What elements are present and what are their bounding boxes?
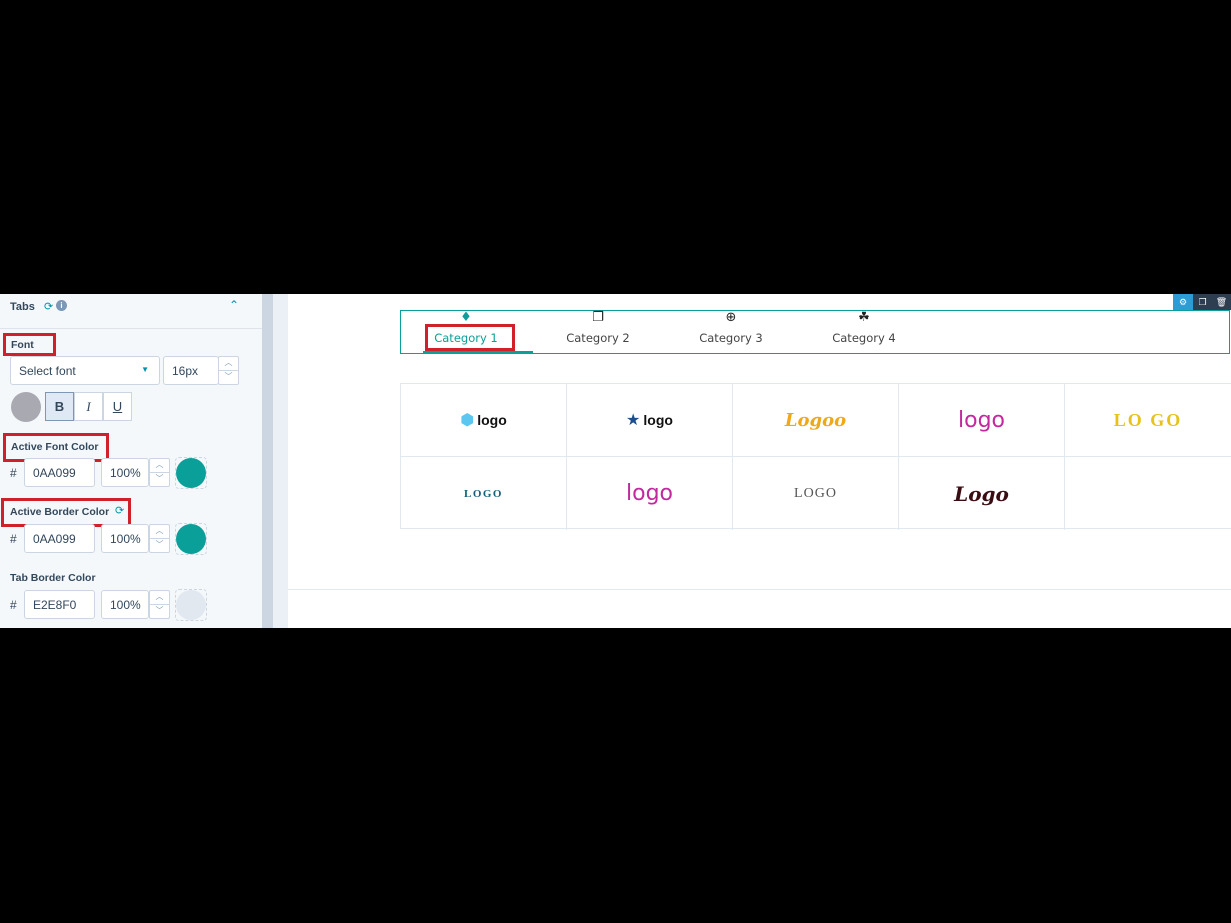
logo-cell: logo: [899, 384, 1065, 457]
copy-icon: ❐: [592, 310, 604, 325]
font-select-value: Select font: [19, 363, 76, 378]
tab-border-color-opacity-stepper[interactable]: ︿ ﹀: [149, 590, 170, 619]
logo-text: Logoo: [784, 409, 847, 431]
active-border-color-opacity: 100%: [110, 531, 141, 546]
font-select[interactable]: Select font ▼: [10, 356, 160, 385]
active-font-color-hex-input[interactable]: 0AA099: [24, 458, 95, 487]
active-border-color-hex: 0AA099: [33, 531, 76, 546]
stepper-up-icon[interactable]: ︿: [150, 591, 169, 605]
stepper-down-icon[interactable]: ﹀: [150, 605, 169, 619]
logo-text: logo: [477, 412, 507, 428]
logo-text: LOGO: [794, 485, 837, 501]
chevron-down-icon: ▼: [141, 365, 149, 374]
star-logo-icon: ★: [626, 412, 641, 429]
stepper-up-icon[interactable]: ︿: [150, 525, 169, 539]
logo-text: logo: [643, 412, 673, 428]
sync-icon[interactable]: ⟳: [44, 300, 53, 313]
tab-border-color-opacity: 100%: [110, 597, 141, 612]
duplicate-icon[interactable]: ❐: [1193, 294, 1212, 310]
logo-cell: LOGO: [401, 457, 567, 530]
app-window: Tabs ⟳ i ⌃ Font Select font ▼ 16px ︿ ﹀ B …: [0, 294, 1231, 628]
tab-category-2[interactable]: ❐ Category 2: [533, 311, 663, 353]
logo-text: Logo: [954, 481, 1009, 506]
tab-border-color-label: Tab Border Color: [10, 572, 96, 584]
bold-button[interactable]: B: [45, 392, 74, 421]
font-size-value: 16px: [172, 363, 199, 378]
active-font-color-swatch[interactable]: [176, 458, 206, 488]
font-size-stepper[interactable]: ︿ ﹀: [218, 356, 239, 385]
stepper-down-icon[interactable]: ﹀: [150, 473, 169, 487]
logo-grid: ⬢ logo ★ logo Logoo logo LO GO LOGO logo LOGO Logo: [400, 383, 1231, 530]
module-toolbar: ⚙ ❐ 🗑: [1173, 294, 1231, 310]
active-font-color-hex: 0AA099: [33, 465, 76, 480]
logo-text: logo: [626, 481, 673, 506]
font-label: Font: [11, 339, 34, 351]
section-title: Tabs: [10, 301, 35, 313]
tab-label: Category 4: [832, 331, 896, 345]
tab-border-color-swatch[interactable]: [176, 590, 206, 620]
active-tab-underline: [423, 351, 533, 353]
hash-label: #: [10, 532, 17, 546]
active-border-color-swatch[interactable]: [176, 524, 206, 554]
stepper-up-icon[interactable]: ︿: [219, 357, 238, 371]
logo-text: LO GO: [1113, 409, 1183, 430]
empty-logo-cell: [1065, 457, 1231, 530]
editor-canvas: ⚙ ❐ 🗑 ♦ Category 1 ❐ Category 2 ⊕ Catego…: [288, 294, 1231, 628]
active-border-color-label: Active Border Color: [10, 506, 110, 518]
diamond-icon: ♦: [460, 310, 472, 325]
active-font-color-opacity-input[interactable]: 100%: [101, 458, 149, 487]
hash-label: #: [10, 598, 17, 612]
module-settings-icon[interactable]: ⚙: [1173, 294, 1193, 310]
tab-border-color-hex-input[interactable]: E2E8F0: [24, 590, 95, 619]
logo-cell: ★ logo: [567, 384, 733, 457]
boxes-icon: ☘: [858, 310, 870, 325]
tab-label: Category 2: [566, 331, 630, 345]
logo-cell: Logo: [899, 457, 1065, 530]
italic-button[interactable]: I: [74, 392, 103, 421]
hexagon-logo-icon: ⬢: [460, 412, 475, 429]
tab-category-3[interactable]: ⊕ Category 3: [666, 311, 796, 353]
tab-border-color-opacity-input[interactable]: 100%: [101, 590, 149, 619]
font-color-swatch[interactable]: [11, 392, 41, 422]
font-size-input[interactable]: 16px: [163, 356, 219, 385]
logo-cell: LO GO: [1065, 384, 1231, 457]
panel-scrollbar[interactable]: [262, 294, 273, 628]
sync-icon[interactable]: ⟳: [115, 504, 124, 517]
format-button-group: B I U: [45, 392, 133, 421]
hash-label: #: [10, 466, 17, 480]
tabs-module: ♦ Category 1 ❐ Category 2 ⊕ Category 3 ☘…: [400, 310, 1230, 354]
trash-icon[interactable]: 🗑: [1212, 294, 1231, 310]
active-border-color-opacity-stepper[interactable]: ︿ ﹀: [149, 524, 170, 553]
logo-cell: ⬢ logo: [401, 384, 567, 457]
logo-cell: logo: [567, 457, 733, 530]
logo-cell: Logoo: [733, 384, 899, 457]
active-font-color-opacity-stepper[interactable]: ︿ ﹀: [149, 458, 170, 487]
active-tab-highlight: [425, 324, 515, 351]
info-icon[interactable]: i: [56, 300, 67, 311]
tab-label: Category 3: [699, 331, 763, 345]
stepper-down-icon[interactable]: ﹀: [219, 371, 238, 385]
active-font-color-opacity: 100%: [110, 465, 141, 480]
logo-text: logo: [958, 407, 1005, 433]
settings-panel: Tabs ⟳ i ⌃ Font Select font ▼ 16px ︿ ﹀ B …: [0, 294, 262, 628]
stepper-down-icon[interactable]: ﹀: [150, 539, 169, 553]
section-divider: [288, 589, 1231, 590]
upload-circle-icon: ⊕: [725, 310, 737, 325]
underline-button[interactable]: U: [103, 392, 132, 421]
collapse-chevron-icon[interactable]: ⌃: [229, 298, 239, 312]
logo-text: LOGO: [463, 487, 503, 500]
active-border-color-opacity-input[interactable]: 100%: [101, 524, 149, 553]
tab-category-4[interactable]: ☘ Category 4: [799, 311, 929, 353]
panel-gutter: [273, 294, 288, 628]
header-divider: [0, 328, 262, 329]
active-font-color-label: Active Font Color: [11, 441, 99, 453]
tab-border-color-hex: E2E8F0: [33, 597, 77, 612]
stepper-up-icon[interactable]: ︿: [150, 459, 169, 473]
logo-cell: LOGO: [733, 457, 899, 530]
active-border-color-hex-input[interactable]: 0AA099: [24, 524, 95, 553]
